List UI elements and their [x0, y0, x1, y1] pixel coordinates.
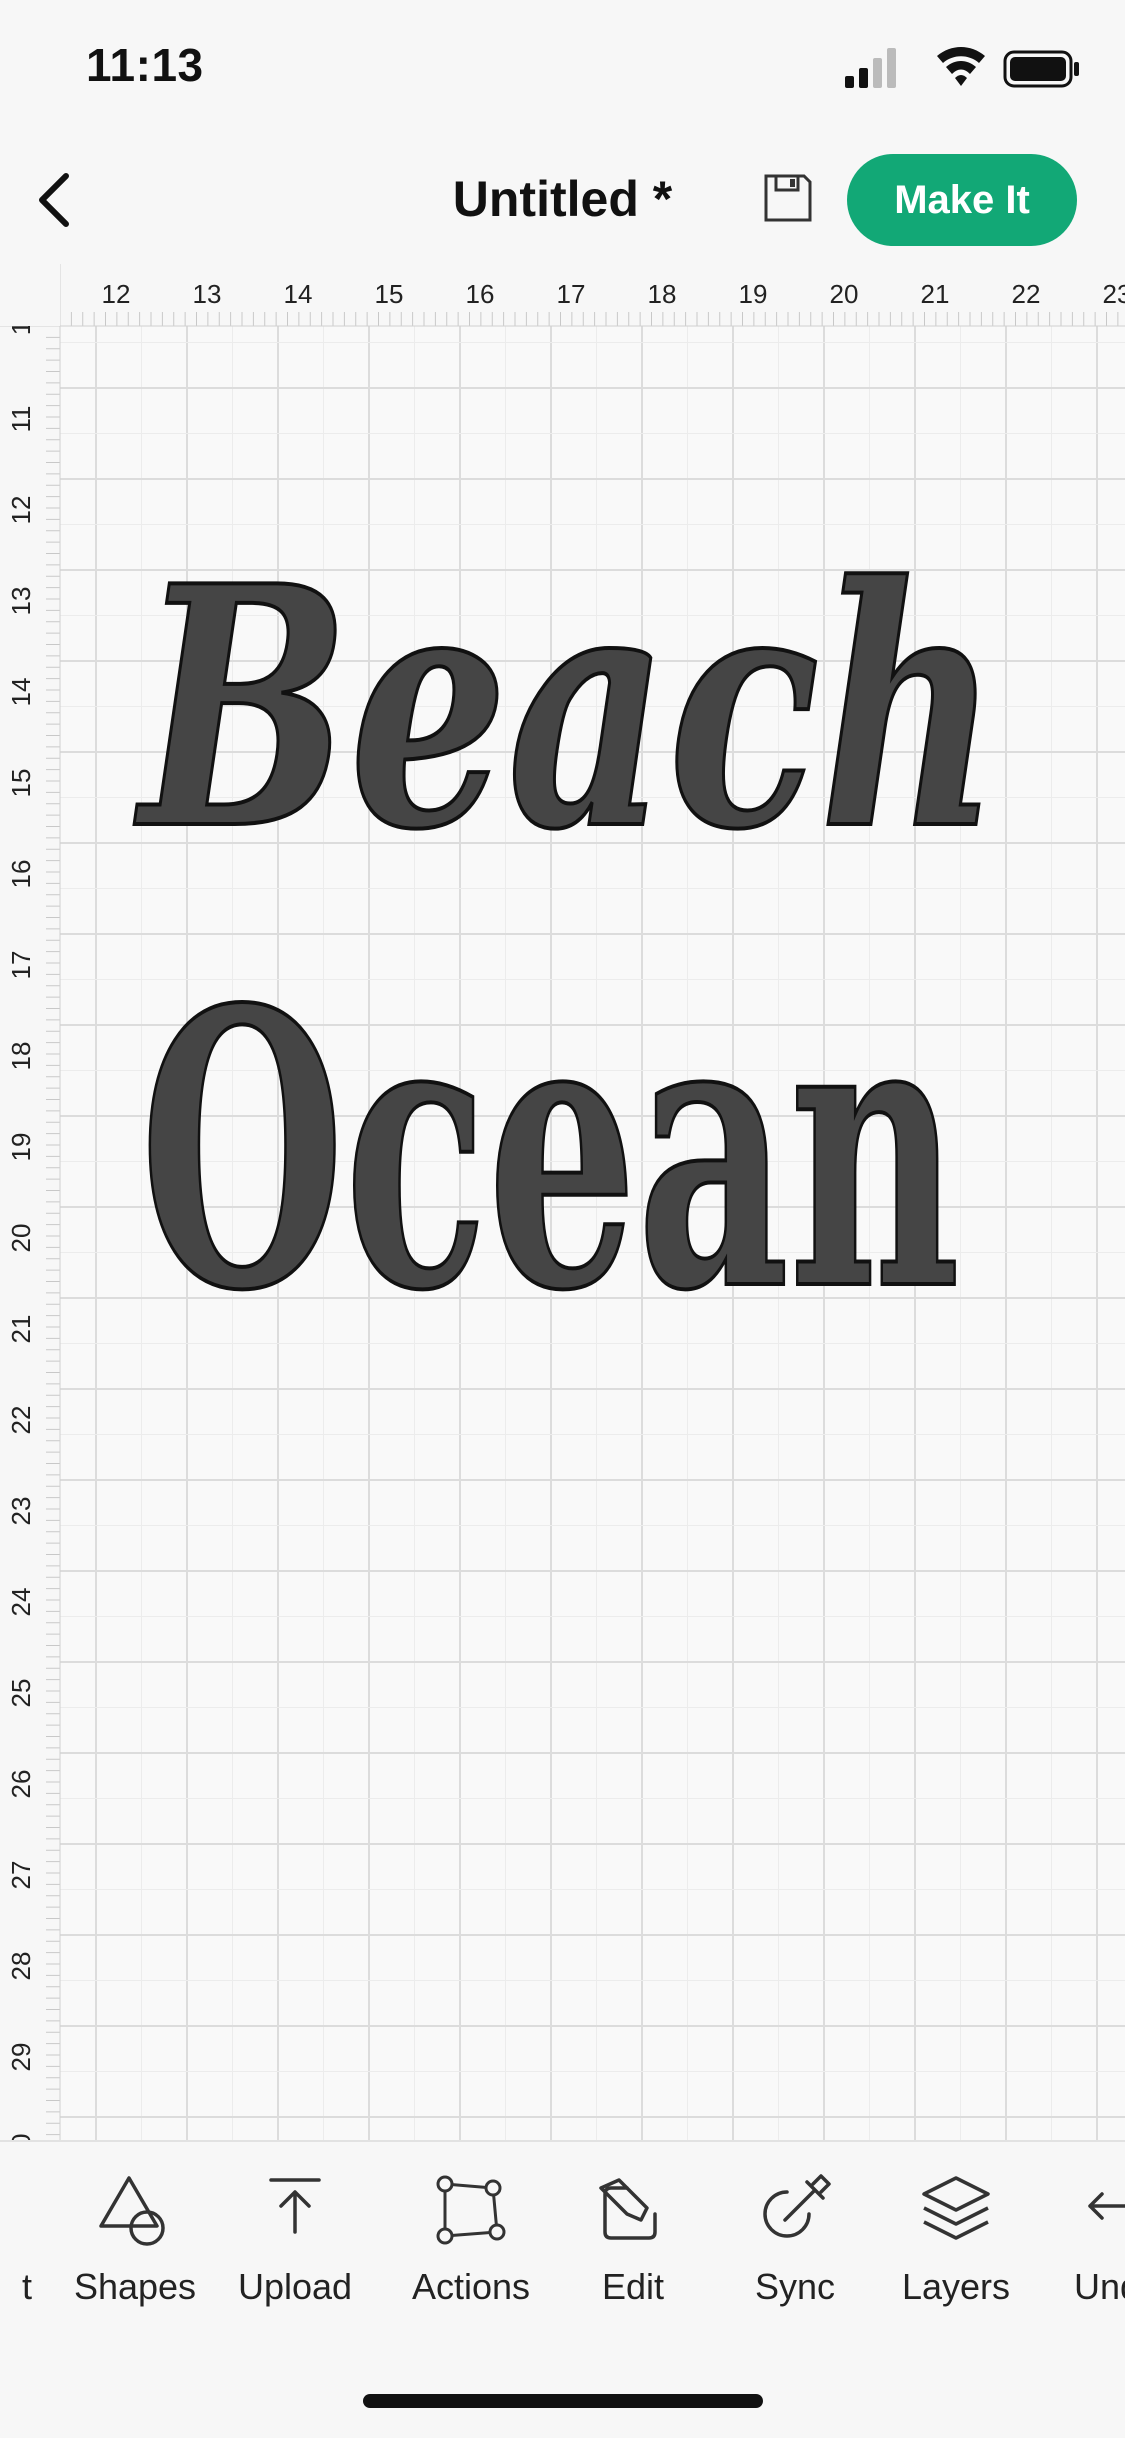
save-button[interactable] [760, 170, 816, 226]
ruler-top-label: 20 [830, 279, 859, 309]
ruler-left-label: 17 [6, 951, 36, 980]
status-time: 11:13 [86, 39, 204, 91]
project-title[interactable]: Untitled * [453, 171, 672, 227]
ruler-top-label: 18 [648, 279, 677, 309]
ruler-top-label: 16 [466, 279, 495, 309]
ocean-text: Ocean [140, 927, 960, 1374]
design-text-beach[interactable]: Beach [130, 512, 1002, 904]
ruler-top-label: 17 [557, 279, 586, 309]
status-icons [845, 47, 1079, 88]
make-it-button[interactable]: Make It [847, 154, 1077, 246]
ruler-left-label: 16 [6, 860, 36, 889]
ruler-left-label: 18 [6, 1042, 36, 1071]
ruler-top-label: 13 [193, 279, 222, 309]
ruler-top-label: 23 [1103, 279, 1125, 309]
battery-icon [1003, 50, 1079, 88]
ruler-left-label: 27 [6, 1861, 36, 1890]
tool-undo[interactable]: Und [1048, 2170, 1125, 2340]
ruler-left-label: 12 [6, 496, 36, 525]
ruler-left-label: 23 [6, 1497, 36, 1526]
ruler-left-label: 28 [6, 1952, 36, 1981]
ruler-top-label: 12 [102, 279, 131, 309]
ruler-left-label: 20 [6, 1224, 36, 1253]
ruler-left-label: 21 [6, 1315, 36, 1344]
left-ruler: 1111213141516171819202122232425262728293… [6, 321, 36, 2140]
chevron-left-icon [39, 173, 69, 227]
ruler-top-label: 15 [375, 279, 404, 309]
upload-icon [269, 2178, 321, 2234]
ruler-left-label: 14 [6, 678, 36, 707]
undo-icon [1088, 2192, 1125, 2220]
home-indicator[interactable] [363, 2394, 763, 2408]
ruler-left-label: 24 [6, 1588, 36, 1617]
cellular-signal-icon [845, 48, 896, 88]
ruler-left-label: 15 [6, 769, 36, 798]
wifi-icon [937, 47, 985, 86]
tool-edit[interactable]: Edit [558, 2170, 708, 2340]
tool-actions[interactable]: Actions [396, 2170, 546, 2340]
layers-icon [922, 2176, 990, 2240]
ruler-left-label: 25 [6, 1679, 36, 1708]
tool-upload[interactable]: Upload [220, 2170, 370, 2340]
header-bar: Untitled * Make It [0, 140, 1125, 264]
ruler-top-label: 19 [739, 279, 768, 309]
design-canvas[interactable]: 12 13 14 15 16 17 18 19 20 21 22 23 1 11 12 13 14 15 16 17… [0, 264, 1125, 2140]
ruler-top-label: 21 [921, 279, 950, 309]
edit-icon [599, 2178, 657, 2240]
tool-text[interactable]: t [0, 2170, 32, 2340]
sync-icon [763, 2174, 831, 2238]
ruler-left-label: 22 [6, 1406, 36, 1435]
ruler-top-label: 14 [284, 279, 313, 309]
ruler-left-label: 11 [6, 406, 36, 433]
design-text-ocean[interactable]: Ocean [138, 925, 962, 1376]
tool-sync[interactable]: Sync [720, 2170, 870, 2340]
actions-icon [436, 2175, 506, 2245]
canvas-grid[interactable]: 12 13 14 15 16 17 18 19 20 21 22 23 111121314151617… [0, 264, 1125, 2140]
tool-shapes[interactable]: Shapes [60, 2170, 210, 2340]
tool-layers[interactable]: Layers [881, 2170, 1031, 2340]
status-bar: 11:13 [0, 0, 1125, 140]
ruler-top-label: 22 [1012, 279, 1041, 309]
beach-text: Beach [132, 514, 1000, 902]
ruler-left-label: 29 [6, 2043, 36, 2072]
ruler-left-label: 13 [6, 587, 36, 616]
back-button[interactable] [14, 160, 94, 240]
ruler-left-label: 26 [6, 1770, 36, 1799]
shapes-icon [99, 2176, 165, 2246]
floppy-disk-icon [764, 174, 812, 222]
ruler-left-label: 19 [6, 1133, 36, 1162]
